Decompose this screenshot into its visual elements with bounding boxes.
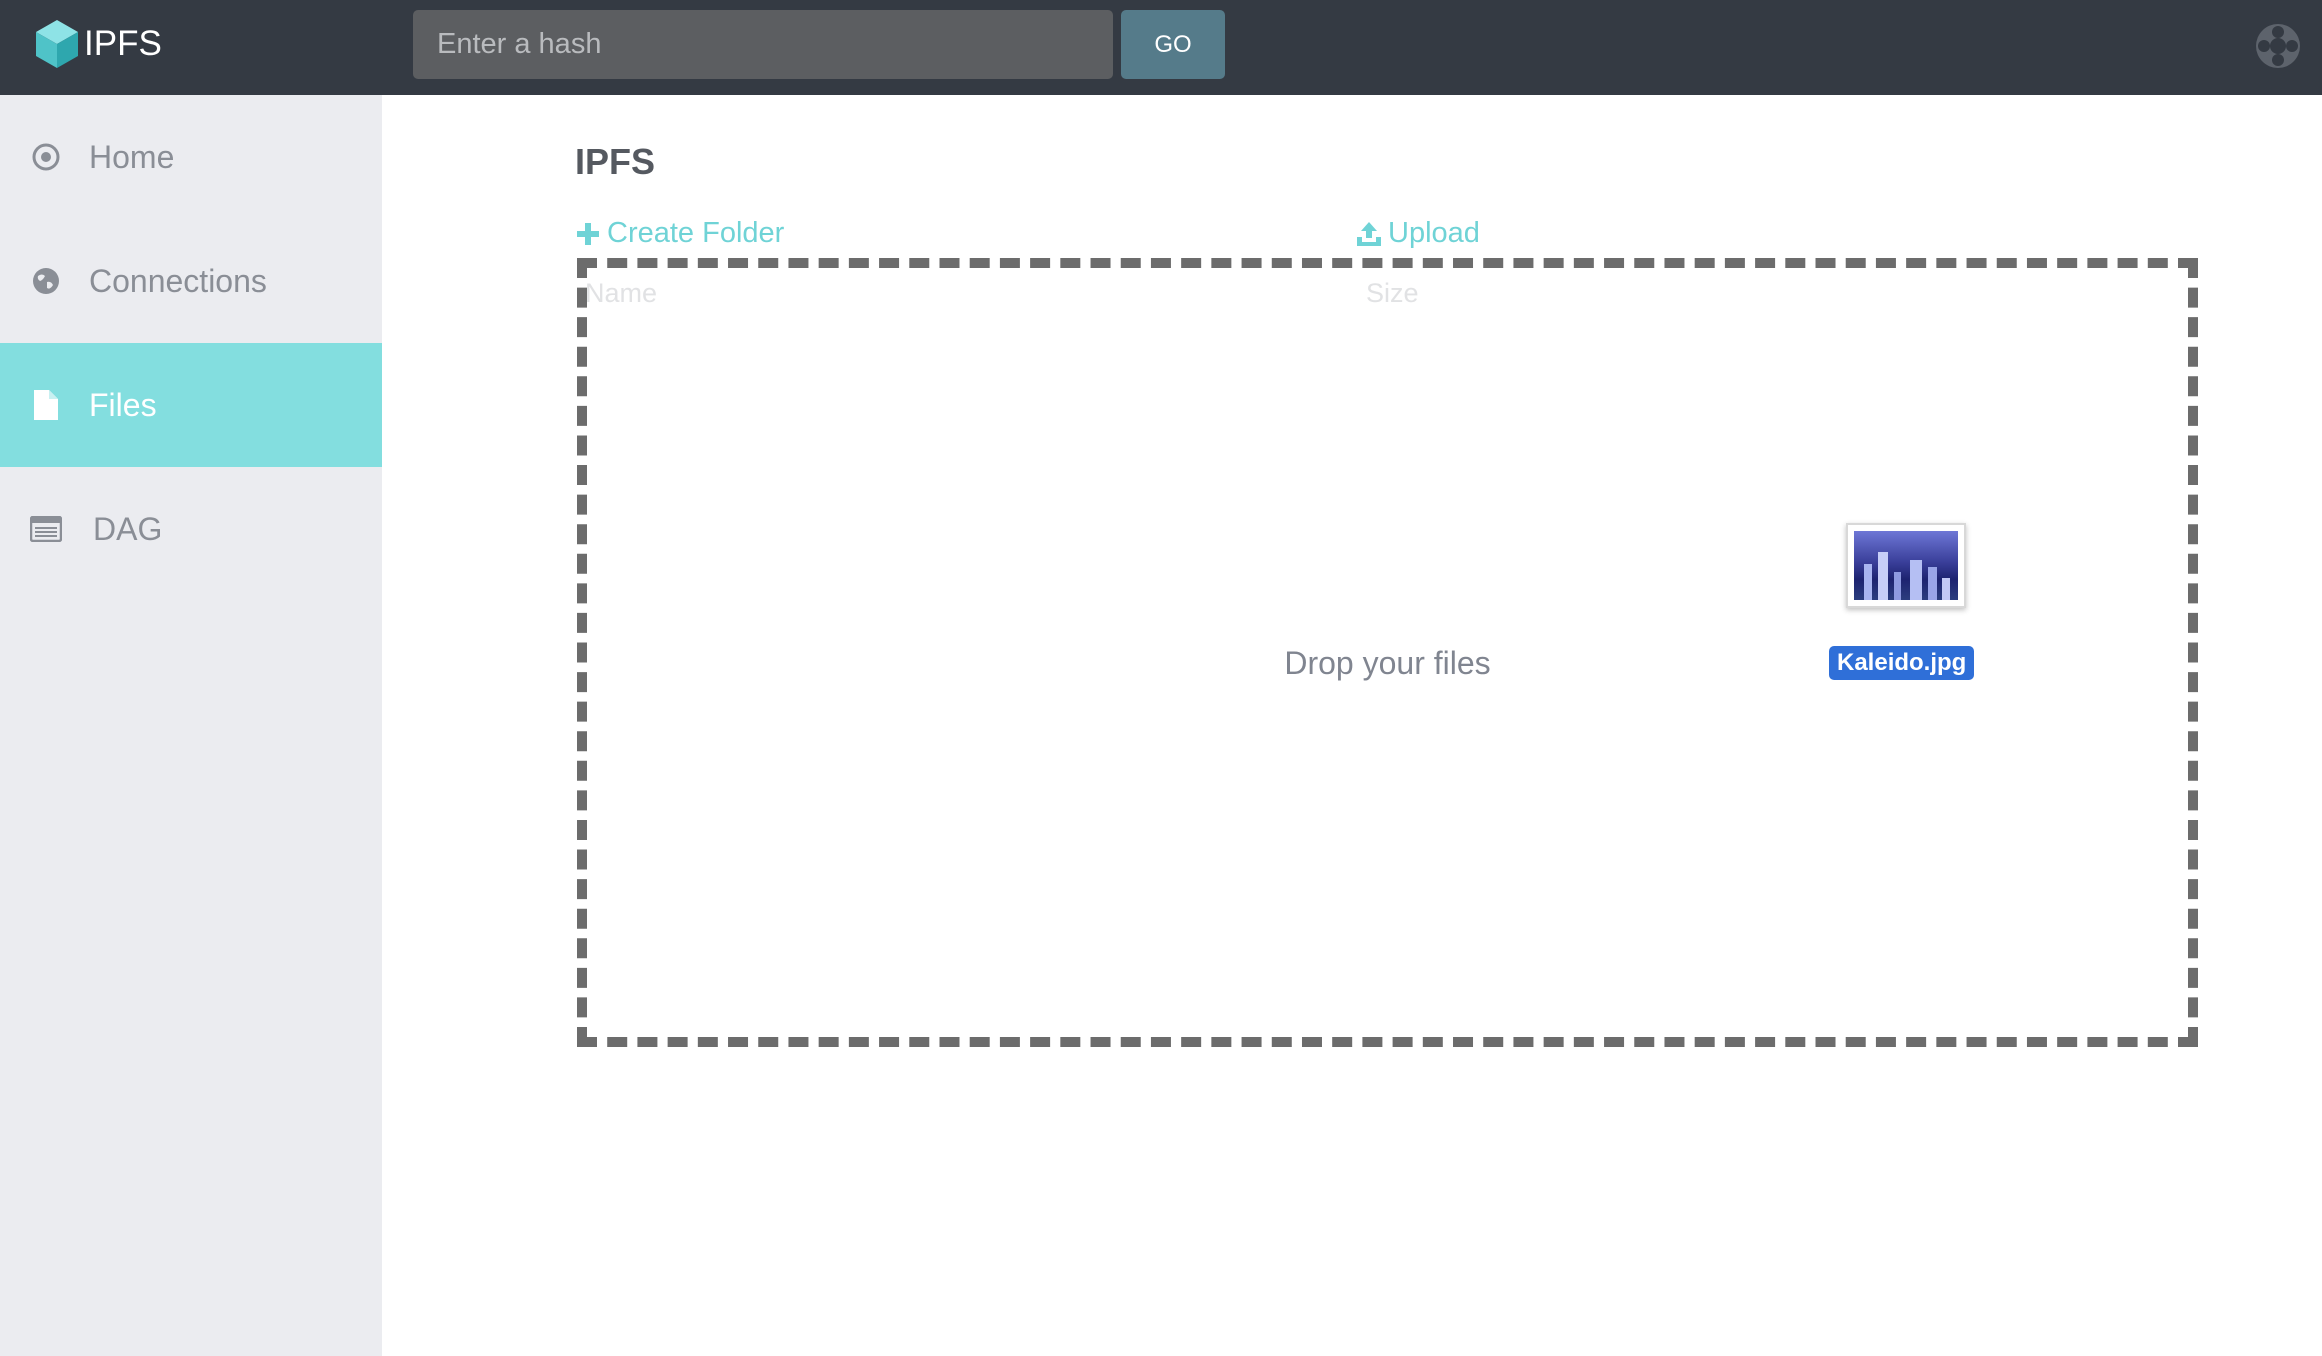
sidebar-item-label: Files	[89, 386, 157, 423]
create-folder-button[interactable]: Create Folder	[575, 217, 784, 250]
image-thumbnail-icon	[1846, 523, 1966, 608]
ipfs-cube-icon	[36, 20, 78, 68]
create-folder-label: Create Folder	[607, 217, 785, 249]
dragged-file-name: Kaleido.jpg	[1829, 646, 1975, 680]
home-icon	[30, 141, 62, 173]
plus-icon	[577, 222, 599, 245]
file-icon	[30, 389, 62, 421]
top-bar: IPFS GO	[0, 0, 2322, 95]
sidebar-item-label: DAG	[93, 510, 163, 547]
dag-icon	[30, 513, 62, 545]
sidebar-item-label: Connections	[89, 262, 267, 299]
hash-input[interactable]	[413, 10, 1113, 79]
sidebar-item-label: Home	[89, 138, 175, 175]
sidebar-item-files[interactable]: Files	[0, 343, 382, 467]
column-header-size[interactable]: Size	[1366, 278, 1419, 309]
sidebar: Home Connections Files DAG	[0, 95, 382, 1356]
column-header-name[interactable]: Name	[587, 278, 657, 309]
main-content: IPFS Create Folder Upload Name Size Drop…	[382, 95, 2322, 1356]
sidebar-item-dag[interactable]: DAG	[0, 467, 382, 591]
sidebar-item-home[interactable]: Home	[0, 95, 382, 219]
app-name: IPFS	[84, 24, 162, 63]
settings-icon[interactable]	[2254, 22, 2302, 70]
go-button[interactable]: GO	[1121, 10, 1225, 79]
upload-icon	[1357, 221, 1381, 246]
app-logo[interactable]: IPFS	[34, 18, 162, 70]
upload-label: Upload	[1388, 217, 1480, 249]
page-title: IPFS	[575, 141, 656, 182]
sidebar-item-connections[interactable]: Connections	[0, 219, 382, 343]
globe-icon	[30, 265, 62, 297]
upload-button[interactable]: Upload	[1356, 217, 1480, 250]
